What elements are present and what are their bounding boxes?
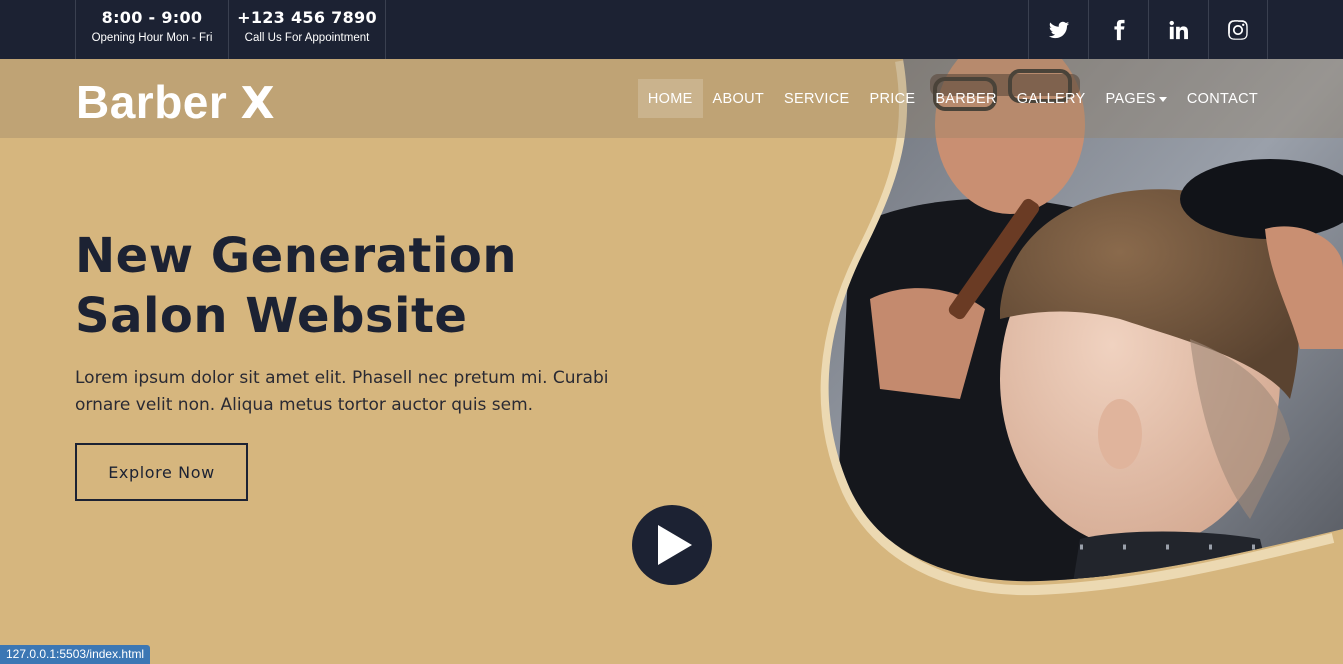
nav-menu: HOME ABOUT SERVICE PRICE BARBER GALLERY … — [637, 79, 1268, 118]
linkedin-icon — [1169, 20, 1188, 39]
social-links — [1028, 0, 1268, 59]
video-play-button[interactable] — [632, 505, 712, 585]
opening-hours-label: Opening Hour Mon - Fri — [91, 32, 213, 44]
brand-mark: X — [240, 78, 276, 129]
nav-item-about[interactable]: ABOUT — [703, 79, 774, 118]
phone-label: Call Us For Appointment — [244, 32, 370, 44]
linkedin-link[interactable] — [1148, 0, 1208, 59]
play-icon — [658, 525, 692, 565]
top-bar: 8:00 - 9:00 Opening Hour Mon - Fri +123 … — [0, 0, 1343, 59]
nav-item-home[interactable]: HOME — [637, 79, 703, 118]
nav-item-service[interactable]: SERVICE — [774, 79, 860, 118]
brand-logo[interactable]: Barber X — [76, 75, 275, 129]
instagram-link[interactable] — [1208, 0, 1268, 59]
brand-name: Barber — [76, 76, 228, 128]
instagram-icon — [1228, 19, 1248, 40]
twitter-icon — [1048, 21, 1069, 38]
opening-hours: 8:00 - 9:00 Opening Hour Mon - Fri — [75, 0, 229, 59]
nav-item-barber[interactable]: BARBER — [925, 79, 1006, 118]
nav-item-gallery[interactable]: GALLERY — [1007, 79, 1096, 118]
phone-number[interactable]: +123 456 7890 — [229, 8, 385, 28]
browser-status-url: 127.0.0.1:5503/index.html — [0, 645, 151, 664]
nav-item-pages-label: PAGES — [1105, 91, 1156, 107]
facebook-link[interactable] — [1088, 0, 1148, 59]
chevron-down-icon — [1158, 96, 1167, 102]
nav-item-contact[interactable]: CONTACT — [1177, 79, 1268, 118]
appointment-phone: +123 456 7890 Call Us For Appointment — [228, 0, 386, 59]
nav-item-price[interactable]: PRICE — [860, 79, 926, 118]
hero-description: Lorem ipsum dolor sit amet elit. Phasell… — [75, 368, 609, 415]
facebook-icon — [1113, 19, 1124, 40]
opening-hours-time: 8:00 - 9:00 — [101, 8, 203, 27]
hero-title: New Generation Salon Website — [75, 228, 518, 344]
main-navbar: Barber X HOME ABOUT SERVICE PRICE BARBER… — [0, 59, 1343, 138]
nav-item-pages-dropdown[interactable]: PAGES — [1096, 79, 1177, 118]
explore-now-button[interactable]: Explore Now — [75, 443, 248, 501]
twitter-link[interactable] — [1028, 0, 1088, 59]
